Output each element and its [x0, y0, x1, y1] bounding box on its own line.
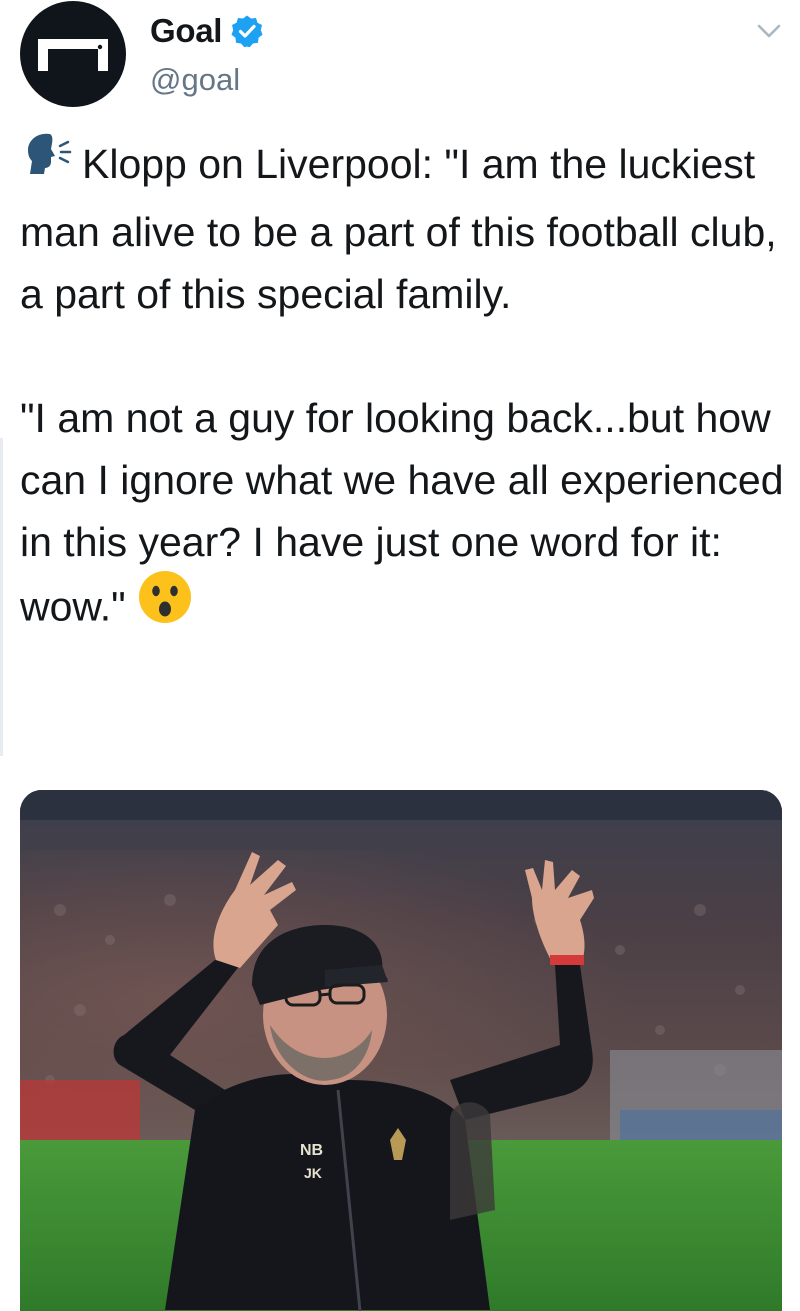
tweet-paragraph-2: "I am not a guy for looking back...but h… — [20, 387, 790, 646]
tweet-text: Klopp on Liverpool: "I am the luckiest m… — [20, 133, 790, 646]
goal-logo-icon — [38, 39, 108, 71]
left-edge-divider — [0, 438, 3, 756]
tweet-paragraph-2-text: "I am not a guy for looking back...but h… — [20, 394, 784, 629]
tweet-paragraph-1: Klopp on Liverpool: "I am the luckiest m… — [20, 133, 790, 325]
speaking-head-emoji — [20, 130, 82, 197]
tweet-paragraph-1-text: Klopp on Liverpool: "I am the luckiest m… — [20, 141, 777, 317]
handle[interactable]: @goal — [150, 62, 240, 98]
author-name-row[interactable]: Goal — [150, 8, 264, 54]
jacket-logo: NB — [300, 1142, 323, 1159]
photo-klopp-celebrating: NB JK — [20, 790, 782, 1311]
display-name[interactable]: Goal — [150, 12, 222, 50]
jacket-initials: JK — [304, 1165, 322, 1181]
tweet-photo[interactable]: NB JK — [20, 790, 782, 1311]
chevron-down-icon[interactable] — [756, 22, 782, 40]
avatar[interactable] — [20, 1, 126, 107]
astonished-face-emoji — [137, 569, 193, 642]
verified-badge-icon — [231, 15, 263, 48]
